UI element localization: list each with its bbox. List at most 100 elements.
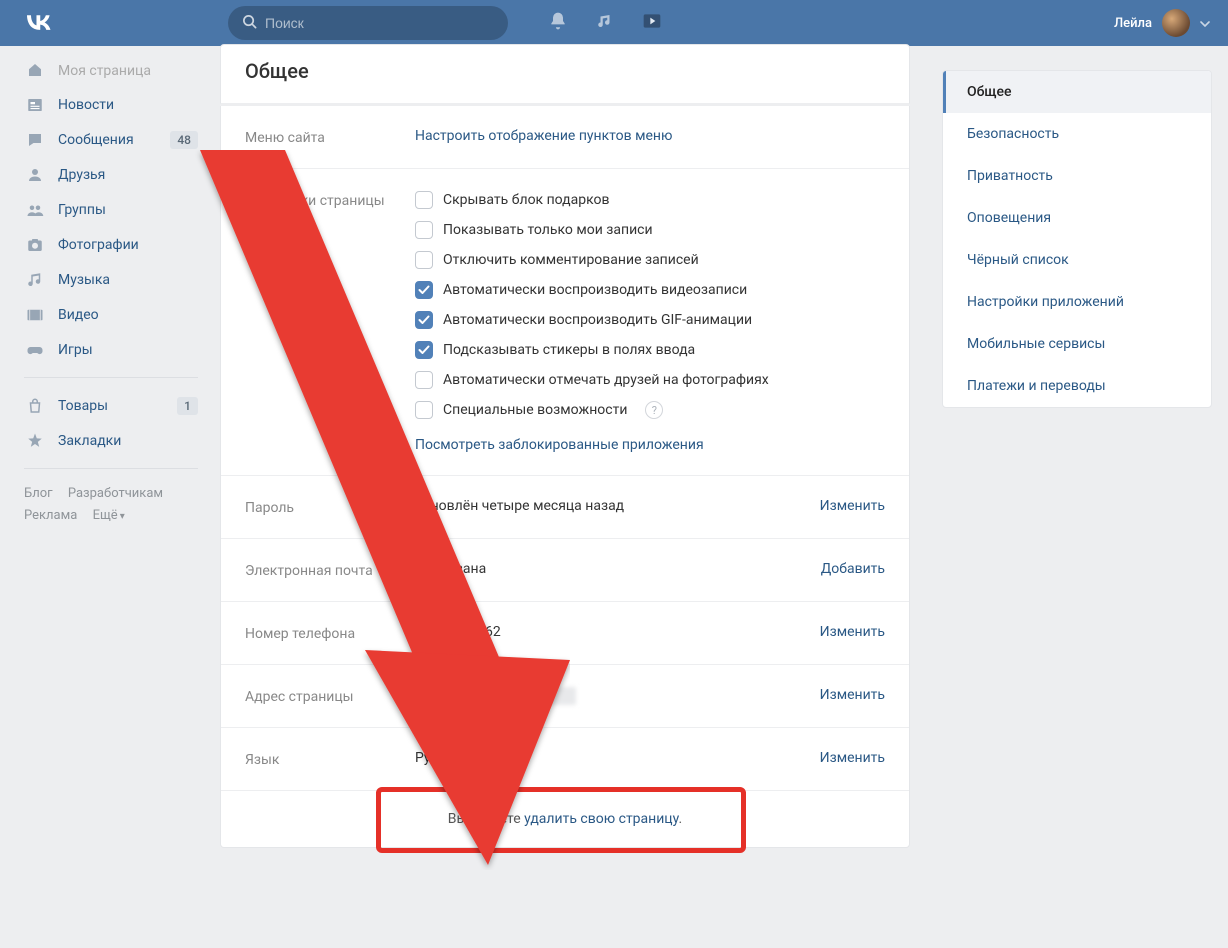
vk-logo[interactable] [20, 11, 58, 35]
address-value: h .com [415, 687, 820, 705]
help-icon[interactable]: ? [645, 401, 663, 419]
checkbox-label: Автоматически воспроизводить видеозаписи [443, 282, 747, 298]
language-change-link[interactable]: Изменить [820, 750, 885, 766]
sidebar-item-label: Моя страница [58, 63, 151, 79]
sidebar-item-home[interactable]: Моя страница [16, 52, 206, 87]
settings-tab[interactable]: Общее [943, 71, 1211, 113]
phone-value: 7 *** *** ** 62 [415, 624, 820, 640]
checkbox-option[interactable]: Автоматически воспроизводить GIF-анимаци… [415, 311, 885, 329]
checkbox-box[interactable] [415, 251, 433, 269]
sidebar-item-label: Сообщения [58, 132, 134, 148]
checkbox-label: Автоматически отмечать друзей на фотогра… [443, 372, 769, 388]
checkbox-label: Отключить комментирование записей [443, 252, 699, 268]
music-icon [24, 271, 46, 289]
checkbox-option[interactable]: Автоматически воспроизводить видеозаписи [415, 281, 885, 299]
sidebar-item-label: Группы [58, 202, 106, 218]
chevron-down-icon [1200, 16, 1210, 31]
configure-menu-link[interactable]: Настроить отображение пунктов меню [415, 128, 672, 144]
delete-suffix: . [679, 811, 683, 827]
checkbox-option[interactable]: Специальные возможности ? [415, 401, 885, 419]
sidebar-item-photos[interactable]: Фотографии [16, 227, 206, 262]
checkbox-box[interactable] [415, 311, 433, 329]
checkbox-option[interactable]: Подсказывать стикеры в полях ввода [415, 341, 885, 359]
checkbox-label: Специальные возможности [443, 402, 627, 418]
checkbox-option[interactable]: Автоматически отмечать друзей на фотогра… [415, 371, 885, 389]
settings-tab[interactable]: Оповещения [943, 197, 1211, 239]
password-value: обновлён четыре месяца назад [415, 498, 820, 514]
section-label-language: Язык [245, 750, 415, 768]
checkbox-label: Скрывать блок подарков [443, 192, 610, 208]
section-label-address: Адрес страницы [245, 687, 415, 705]
checkbox-option[interactable]: Показывать только мои записи [415, 221, 885, 239]
address-change-link[interactable]: Изменить [820, 687, 885, 703]
settings-tab[interactable]: Безопасность [943, 113, 1211, 155]
checkbox-box[interactable] [415, 281, 433, 299]
checkbox-box[interactable] [415, 191, 433, 209]
checkbox-box[interactable] [415, 221, 433, 239]
sidebar-item-label: Новости [58, 97, 114, 113]
sidebar-item-label: Видео [58, 307, 99, 323]
search-icon [242, 14, 257, 33]
search-input-wrap[interactable] [228, 6, 508, 40]
avatar [1162, 9, 1190, 37]
bookmark-icon [24, 432, 46, 450]
checkbox-option[interactable]: Скрывать блок подарков [415, 191, 885, 209]
checkbox-box[interactable] [415, 371, 433, 389]
checkbox-box[interactable] [415, 401, 433, 419]
settings-tab[interactable]: Чёрный список [943, 239, 1211, 281]
settings-tab[interactable]: Платежи и переводы [943, 365, 1211, 407]
footer-developers-link[interactable]: Разработчикам [68, 486, 163, 501]
search-input[interactable] [265, 15, 494, 31]
photos-icon [24, 236, 46, 254]
groups-icon [24, 201, 46, 219]
sidebar-item-msg[interactable]: Сообщения 48 [16, 122, 206, 157]
settings-tab[interactable]: Мобильные сервисы [943, 323, 1211, 365]
user-menu[interactable]: Лейла [1114, 9, 1216, 37]
sidebar-item-label: Музыка [58, 272, 110, 288]
news-icon [24, 96, 46, 114]
video-play-icon[interactable] [642, 11, 662, 35]
phone-change-link[interactable]: Изменить [820, 624, 885, 640]
checkbox-label: Показывать только мои записи [443, 222, 653, 238]
checkbox-option[interactable]: Отключить комментирование записей [415, 251, 885, 269]
notifications-icon[interactable] [548, 11, 568, 35]
blocked-apps-link[interactable]: Посмотреть заблокированные приложения [415, 437, 704, 453]
sidebar-item-games[interactable]: Игры [16, 332, 206, 367]
sidebar-item-label: Друзья [58, 167, 105, 183]
footer-ads-link[interactable]: Реклама [24, 508, 77, 523]
checkbox-box[interactable] [415, 341, 433, 359]
games-icon [24, 341, 46, 359]
footer-blog-link[interactable]: Блог [24, 486, 53, 501]
section-label-menu: Меню сайта [245, 128, 415, 146]
section-label-email: Электронная почта [245, 561, 415, 579]
section-label-settings: Настройки страницы [245, 191, 415, 209]
sidebar-item-market[interactable]: Товары 1 [16, 388, 206, 423]
page-title: Общее [220, 44, 910, 104]
music-icon[interactable] [596, 12, 614, 34]
settings-tab[interactable]: Приватность [943, 155, 1211, 197]
msg-icon [24, 131, 46, 149]
section-label-phone: Номер телефона [245, 624, 415, 642]
delete-prefix: Вы можете [448, 811, 524, 827]
sidebar-counter: 1 [177, 397, 198, 415]
friends-icon [24, 166, 46, 184]
email-add-link[interactable]: Добавить [821, 561, 885, 577]
delete-page-link[interactable]: удалить свою страницу [524, 811, 678, 827]
market-icon [24, 397, 46, 415]
sidebar-item-groups[interactable]: Группы [16, 192, 206, 227]
sidebar-item-friends[interactable]: Друзья [16, 157, 206, 192]
sidebar-item-bookmark[interactable]: Закладки [16, 423, 206, 458]
sidebar-item-music[interactable]: Музыка [16, 262, 206, 297]
password-change-link[interactable]: Изменить [820, 498, 885, 514]
sidebar-item-label: Закладки [58, 433, 121, 449]
section-label-password: Пароль [245, 498, 415, 516]
footer-more-link[interactable]: Ещё▾ [93, 508, 125, 523]
checkbox-label: Автоматически воспроизводить GIF-анимаци… [443, 312, 752, 328]
settings-tab[interactable]: Настройки приложений [943, 281, 1211, 323]
sidebar-item-news[interactable]: Новости [16, 87, 206, 122]
sidebar-counter: 48 [170, 131, 198, 149]
sidebar-item-label: Игры [58, 342, 93, 358]
email-value: не указана [415, 561, 821, 577]
language-value: Русский [415, 750, 820, 766]
sidebar-item-video[interactable]: Видео [16, 297, 206, 332]
